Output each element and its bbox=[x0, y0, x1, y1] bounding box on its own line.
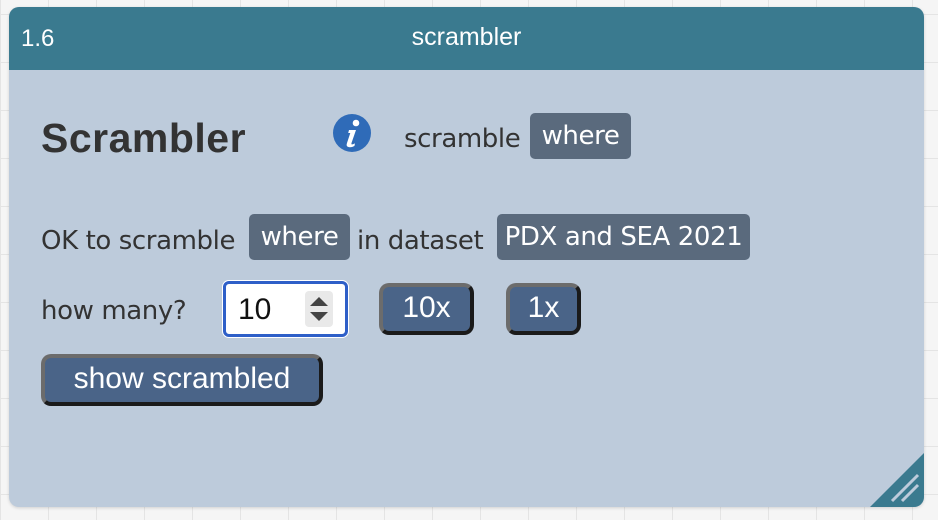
in-dataset-label: in dataset bbox=[357, 226, 484, 256]
how-many-input[interactable]: 10 bbox=[223, 281, 348, 337]
spinner-up-icon[interactable] bbox=[310, 297, 328, 306]
spinner-down-icon[interactable] bbox=[310, 312, 328, 321]
how-many-value: 10 bbox=[238, 293, 272, 326]
panel-title: scrambler bbox=[411, 23, 522, 51]
scramble-attribute-chip[interactable]: where bbox=[530, 113, 631, 159]
scrambler-panel: 1.6 scrambler Scrambler scramble where O… bbox=[9, 7, 924, 507]
resize-handle-icon[interactable] bbox=[866, 449, 924, 507]
one-x-button[interactable]: 1x bbox=[506, 283, 581, 335]
show-scrambled-button[interactable]: show scrambled bbox=[41, 354, 323, 406]
panel-titlebar[interactable]: 1.6 scrambler bbox=[9, 7, 924, 70]
how-many-label: how many? bbox=[41, 296, 187, 326]
ten-x-button[interactable]: 10x bbox=[379, 283, 474, 335]
info-icon[interactable] bbox=[332, 113, 372, 153]
number-spinner[interactable] bbox=[305, 291, 333, 327]
ok-to-scramble-label: OK to scramble bbox=[41, 226, 236, 256]
page-heading: Scrambler bbox=[41, 115, 247, 161]
ok-attribute-chip[interactable]: where bbox=[249, 214, 350, 260]
scramble-label: scramble bbox=[404, 124, 521, 154]
dataset-chip[interactable]: PDX and SEA 2021 bbox=[497, 214, 750, 260]
